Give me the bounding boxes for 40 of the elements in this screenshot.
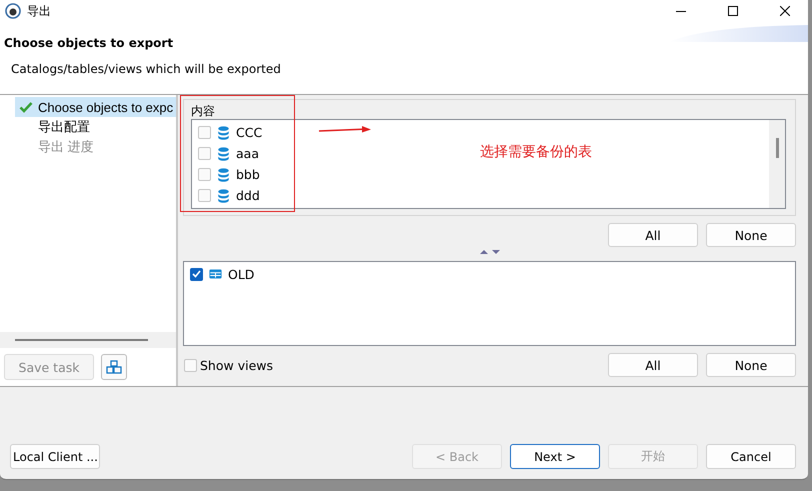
table-icon (209, 267, 222, 282)
checkbox[interactable] (198, 147, 211, 160)
maximize-icon (728, 6, 738, 16)
sash-arrows-icon[interactable] (478, 248, 500, 256)
page-description: Catalogs/tables/views which will be exported (11, 62, 281, 76)
catalog-name: aaa (236, 146, 259, 161)
catalog-name: ddd (236, 188, 260, 203)
scrollbar-thumb[interactable] (15, 339, 148, 341)
tasks-button[interactable] (101, 354, 127, 380)
catalog-name: bbb (236, 167, 260, 182)
database-icon (217, 146, 230, 160)
table-name: OLD (228, 266, 254, 282)
wizard-step[interactable]: Choose objects to expc (15, 97, 176, 117)
group-label: 内容 (191, 103, 216, 119)
checkbox-label: Show views (200, 358, 273, 372)
checkbox[interactable] (198, 189, 211, 202)
select-button[interactable]: All (608, 223, 698, 248)
select-button[interactable]: None (706, 353, 796, 377)
close-icon (780, 6, 790, 16)
local-client-button[interactable]: Local Client ... (10, 444, 100, 469)
arrow (318, 125, 372, 135)
checkbox[interactable] (198, 168, 211, 181)
database-icon (217, 168, 230, 182)
select-button[interactable]: All (608, 353, 698, 377)
checkbox[interactable] (198, 126, 211, 139)
checkbox[interactable] (184, 358, 197, 372)
wizard-button[interactable]: Next > (510, 444, 600, 469)
database-icon (217, 188, 230, 202)
scrollbar-thumb[interactable] (776, 138, 779, 158)
annotation-text: 选择需要备份的表 (480, 143, 592, 161)
database-icon (217, 126, 230, 140)
catalog-name: CCC (236, 125, 262, 140)
wizard-step[interactable]: 导出配置 (15, 117, 176, 137)
boxes-icon (106, 360, 122, 374)
app-icon (5, 3, 21, 19)
window-title: 导出 (27, 2, 52, 20)
wizard-button[interactable]: Cancel (706, 444, 796, 469)
page-title: Choose objects to export (4, 36, 174, 50)
checkbox[interactable] (190, 268, 203, 281)
select-button[interactable]: None (706, 223, 796, 248)
